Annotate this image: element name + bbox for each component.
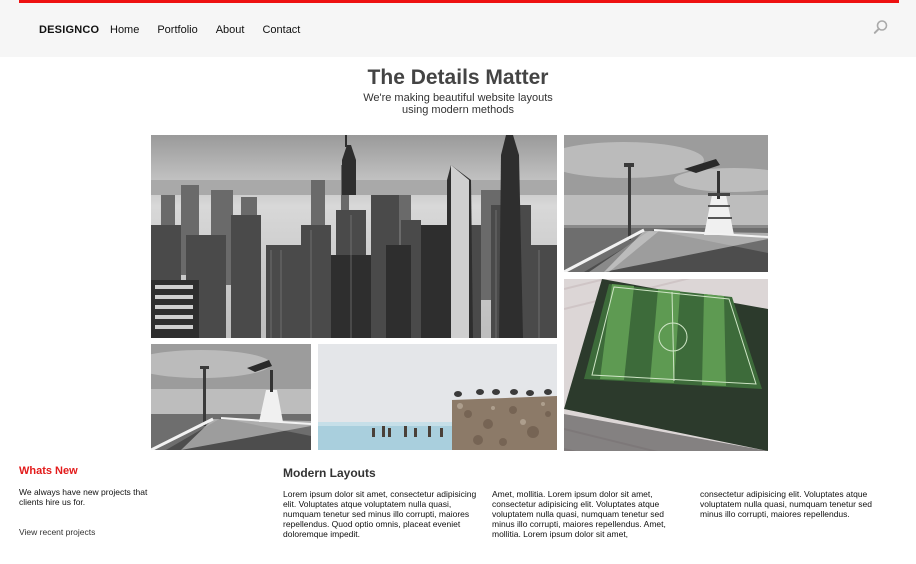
nav-contact[interactable]: Contact xyxy=(262,24,300,37)
brand-logo[interactable]: DESIGNCO xyxy=(39,24,99,36)
soccer-field-photo[interactable] xyxy=(564,279,768,451)
whats-new-title: Whats New xyxy=(19,465,78,477)
nav-home[interactable]: Home xyxy=(110,24,139,37)
nav-portfolio[interactable]: Portfolio xyxy=(157,24,197,37)
pier-photo-small[interactable] xyxy=(151,344,311,450)
modern-layouts-title: Modern Layouts xyxy=(283,466,376,480)
main-nav: Home Portfolio About Contact xyxy=(110,24,318,37)
modern-layouts-column-3: consectetur adipisicing elit. Voluptates… xyxy=(700,489,872,519)
pier-photo-large[interactable] xyxy=(564,135,768,272)
modern-layouts-column-2: Amet, mollitia. Lorem ipsum dolor sit am… xyxy=(492,489,666,539)
city-skyline-photo[interactable] xyxy=(151,135,557,338)
sea-pillars-photo[interactable] xyxy=(318,344,557,450)
modern-layouts-column-1: Lorem ipsum dolor sit amet, consectetur … xyxy=(283,489,477,539)
site-header: DESIGNCO Home Portfolio About Contact xyxy=(0,0,916,57)
view-recent-projects-link[interactable]: View recent projects xyxy=(19,527,95,537)
whats-new-text: We always have new projects that clients… xyxy=(19,487,148,507)
nav-about[interactable]: About xyxy=(216,24,245,37)
search-icon[interactable] xyxy=(873,19,889,35)
page-subtitle: We're making beautiful website layouts u… xyxy=(363,92,553,116)
page-title: The Details Matter xyxy=(367,66,549,89)
accent-line xyxy=(19,0,899,3)
